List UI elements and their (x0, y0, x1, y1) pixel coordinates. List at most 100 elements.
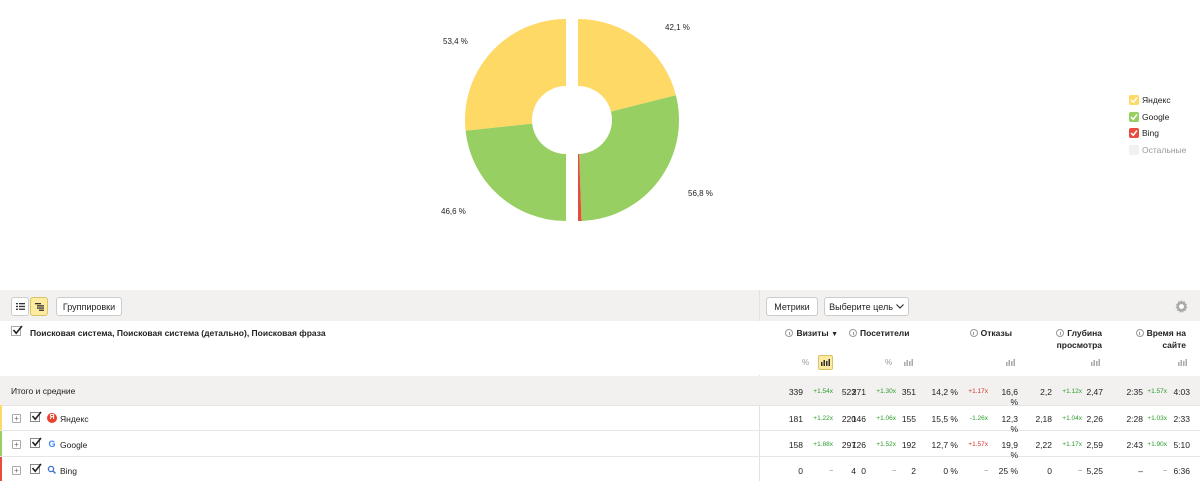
info-icon[interactable] (785, 329, 794, 337)
time-change: +1.57x (1147, 388, 1167, 395)
bing-search-icon (47, 465, 57, 475)
dimensions-title[interactable]: Поисковая система, Поисковая система (де… (30, 328, 326, 338)
bounces-current: 16,6 % (1001, 387, 1018, 407)
row-checkbox[interactable] (30, 437, 42, 448)
row-checkbox[interactable] (30, 463, 42, 474)
dimensions-checkbox[interactable] (11, 325, 23, 336)
bars-icon (1178, 359, 1187, 366)
legend-item-google[interactable]: Google (1129, 109, 1186, 126)
percent-toggle-icon[interactable]: % (881, 355, 896, 370)
list-icon (15, 303, 25, 310)
bar-chart-toggle-icon[interactable] (901, 355, 916, 370)
depth-current: 2,26 (1086, 414, 1103, 424)
visitors-current: 2 (911, 466, 916, 476)
bars-icon (1006, 359, 1015, 366)
info-icon[interactable] (1056, 329, 1065, 337)
tree-view-button[interactable] (30, 297, 48, 316)
visitors-previous: 271 (851, 387, 866, 397)
table-row[interactable]: + Bing 0–4 0–2 0 % –25 % 0–5,25– –6:36 (0, 457, 1200, 481)
bar-chart-toggle-icon[interactable] (1003, 355, 1018, 370)
column-visitors[interactable]: Посетители (840, 327, 912, 339)
list-view-button[interactable] (11, 297, 29, 316)
bounces-previous: 15,5 % (931, 414, 958, 424)
bar-chart-toggle-icon[interactable] (818, 355, 833, 370)
table-row[interactable]: + G Google 158 +1.88x 297 126 +1.52x 192 12,7 … (0, 431, 1200, 460)
yandex-icon: Я (47, 413, 57, 423)
bounces-change: +1.17x (968, 388, 988, 395)
check-icon (31, 411, 42, 421)
time-previous: 2:28 (1126, 414, 1143, 424)
donut-chart: 53,4 % 46,6 % 42,1 % 56,8 % (441, 19, 713, 221)
bar-chart-toggle-icon[interactable] (1175, 355, 1190, 370)
visits-change: – (829, 467, 833, 474)
column-bounces[interactable]: Отказы (950, 327, 1012, 339)
legend-checkbox[interactable] (1129, 111, 1139, 122)
visits-change: +1.88x (813, 441, 833, 448)
time-current: 6:36 (1173, 466, 1190, 476)
row-label[interactable]: Google (60, 440, 87, 450)
info-icon[interactable] (1135, 329, 1144, 337)
time-change: +1.90x (1147, 441, 1167, 448)
time-previous: – (1138, 466, 1143, 476)
row-label[interactable]: Bing (60, 466, 77, 476)
bounces-previous: 0 % (943, 466, 958, 476)
row-checkbox[interactable] (30, 411, 42, 422)
info-icon[interactable] (849, 329, 857, 337)
bounces-previous: 14,2 % (931, 387, 958, 397)
percent-toggle-icon[interactable]: % (798, 355, 813, 370)
donut-hole (536, 96, 608, 144)
legend-item-other[interactable]: Остальные (1129, 142, 1186, 159)
column-depth[interactable]: Глубина просмотра (1030, 327, 1102, 351)
legend-item-yandex[interactable]: Яндекс (1129, 92, 1186, 109)
column-time[interactable]: Время на сайте (1120, 327, 1186, 351)
depth-change: +1.12x (1062, 388, 1082, 395)
gear-icon[interactable] (1175, 300, 1188, 313)
row-label: Итого и средние (11, 386, 76, 396)
check-icon (1130, 97, 1138, 104)
legend-label: Яндекс (1142, 95, 1171, 106)
visitors-previous: 146 (851, 414, 866, 424)
legend-checkbox[interactable] (1129, 144, 1139, 155)
legend-checkbox[interactable] (1129, 128, 1139, 139)
depth-change: +1.04x (1062, 415, 1082, 422)
check-icon (1130, 113, 1138, 121)
visits-previous: 0 (798, 466, 803, 476)
bars-icon (821, 359, 830, 366)
visitors-previous: 0 (861, 466, 866, 476)
table-row[interactable]: + Я Яндекс 181 +1.22x 220 146 +1.06x 155 15,5 … (0, 405, 1200, 434)
visitors-current: 155 (901, 414, 916, 424)
column-visits[interactable]: Визиты ▼ (780, 327, 838, 341)
visits-change: +1.22x (813, 415, 833, 422)
bounces-current: 25 % (998, 466, 1018, 476)
slice-percent-label: 53,4 % (443, 37, 468, 46)
legend-checkbox[interactable] (1129, 95, 1139, 106)
visits-change: +1.54x (813, 388, 833, 395)
slice-percent-label: 56,8 % (688, 189, 713, 198)
sort-desc-icon: ▼ (831, 331, 838, 338)
time-change: – (1163, 467, 1167, 474)
time-change: +1.03x (1147, 415, 1167, 422)
visits-previous: 339 (788, 387, 803, 397)
chart-legend: Яндекс Google Bing Остальные (1129, 92, 1186, 158)
time-current: 2:33 (1173, 414, 1190, 424)
visits-previous: 181 (788, 414, 803, 424)
metrics-button[interactable]: Метрики (766, 297, 818, 316)
groupings-button[interactable]: Группировки (56, 297, 122, 316)
report-toolbar (0, 290, 1200, 321)
expand-button[interactable]: + (12, 466, 21, 475)
check-icon (12, 325, 23, 335)
row-color-bar (0, 431, 2, 456)
row-label[interactable]: Яндекс (60, 414, 89, 424)
bar-chart-toggle-icon[interactable] (1088, 355, 1103, 370)
bounces-change: – (984, 467, 988, 474)
depth-change: – (1078, 467, 1082, 474)
slice-current-яндекс[interactable] (578, 19, 676, 112)
legend-item-bing[interactable]: Bing (1129, 125, 1186, 142)
slice-percent-label: 42,1 % (665, 23, 690, 32)
expand-button[interactable]: + (12, 414, 21, 423)
info-icon[interactable] (969, 329, 978, 337)
time-previous: 2:43 (1126, 440, 1143, 450)
goal-select[interactable]: Выберите цель (824, 297, 909, 316)
table-row-total[interactable]: Итого и средние 339 +1.54x 523 271 +1.30x 351… (0, 376, 1200, 407)
expand-button[interactable]: + (12, 440, 21, 449)
